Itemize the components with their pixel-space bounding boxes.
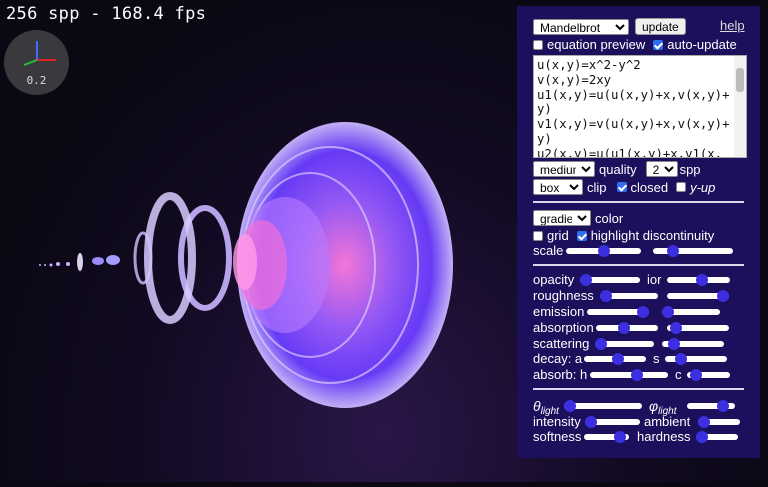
auto-update-label: auto-update [667, 37, 737, 52]
theta-slider[interactable] [564, 398, 642, 414]
scale-slider-2[interactable] [653, 243, 733, 259]
gizmo-value: 0.2 [26, 74, 47, 87]
divider [533, 264, 744, 266]
divider [533, 388, 744, 390]
equation-line: y) [537, 102, 552, 117]
textarea-scrollbar[interactable] [734, 56, 746, 157]
update-button[interactable]: update [635, 18, 686, 35]
equation-preview-checkbox[interactable] [533, 39, 543, 50]
softness-slider[interactable] [584, 429, 629, 445]
axes-gizmo[interactable]: 0.2 [4, 30, 69, 95]
decay-s-label: s [653, 351, 660, 366]
absorption-slider[interactable] [596, 320, 658, 336]
y-up-label: y-up [690, 179, 716, 195]
intensity-label: intensity [533, 414, 581, 429]
roughness-slider[interactable] [600, 288, 658, 304]
grid-checkbox[interactable] [533, 230, 543, 241]
ior-slider[interactable] [667, 272, 730, 288]
opacity-label: opacity [533, 272, 575, 287]
softness-label: softness [533, 429, 582, 444]
equation-line: u1(x,y)=u(u(x,y)+x,v(x,y)+ [537, 87, 730, 102]
emission-slider[interactable] [587, 304, 649, 320]
absorb-label: absorb: h [533, 367, 588, 382]
spp-label: spp [679, 161, 701, 177]
absorption-label: absorption [533, 320, 594, 335]
equation-line: u(x,y)=x^2-y^2 [537, 58, 641, 72]
absorb-c-label: c [675, 367, 682, 382]
highlight-label: highlight discontinuity [590, 228, 715, 243]
phi-label: φ [649, 398, 659, 414]
scale-slider[interactable] [566, 243, 641, 259]
ambient-slider[interactable] [698, 414, 740, 430]
clip-label: clip [587, 179, 607, 195]
decay-label: decay: a [533, 351, 583, 366]
absorb-c-slider[interactable] [687, 367, 730, 383]
hardness-label: hardness [637, 429, 691, 444]
divider [533, 201, 744, 203]
grid-label: grid [547, 228, 569, 243]
hardness-slider[interactable] [696, 429, 738, 445]
emission-label: emission [533, 304, 585, 319]
highlight-checkbox[interactable] [576, 230, 587, 241]
roughness-label: roughness [533, 288, 594, 303]
color-label: color [595, 210, 624, 226]
equation-textarea[interactable]: u(x,y)=x^2-y^2 v(x,y)=2xy u1(x,y)=u(u(x,… [533, 55, 747, 158]
color-select[interactable]: gradient [533, 210, 591, 226]
clip-select[interactable]: box [533, 179, 583, 195]
auto-update-checkbox[interactable] [653, 39, 664, 50]
intensity-slider[interactable] [585, 414, 640, 430]
y-up-checkbox[interactable] [676, 182, 687, 192]
ambient-label: ambient [644, 414, 691, 429]
equation-preview-label: equation preview [547, 37, 646, 52]
help-link[interactable]: help [720, 18, 745, 33]
equation-line: u2(x,y)=u(u1(x,y)+x,v1(x, [537, 146, 723, 158]
scale-label: scale [533, 243, 564, 258]
decay-a-slider[interactable] [584, 351, 646, 367]
quality-label: quality [599, 161, 637, 177]
decay-s-slider[interactable] [665, 351, 727, 367]
equation-line: y) [537, 131, 552, 146]
absorb-h-slider[interactable] [590, 367, 668, 383]
axes-icon [23, 41, 56, 66]
roughness-slider-2[interactable] [667, 288, 729, 304]
equation-line: v(x,y)=2xy [537, 72, 612, 87]
settings-panel: Mandelbrot update help equation preview … [517, 6, 760, 458]
ior-label: ior [647, 272, 662, 287]
theta-label: θ [533, 398, 541, 414]
fps-counter: 256 spp - 168.4 fps [6, 4, 207, 24]
scattering-slider-2[interactable] [662, 336, 724, 352]
emission-slider-2[interactable] [662, 304, 720, 320]
equation-line: v1(x,y)=v(u(x,y)+x,v(x,y)+ [537, 117, 730, 132]
absorption-slider-2[interactable] [667, 320, 729, 336]
quality-select[interactable]: medium [533, 161, 595, 177]
opacity-slider[interactable] [580, 272, 640, 288]
phi-slider[interactable] [687, 398, 735, 414]
scattering-slider[interactable] [595, 336, 654, 352]
fractal-select[interactable]: Mandelbrot [533, 18, 629, 35]
closed-checkbox[interactable] [616, 182, 627, 192]
closed-label: closed [630, 179, 669, 195]
spp-select[interactable]: 2⁸ [645, 161, 678, 177]
scattering-label: scattering [533, 336, 590, 351]
